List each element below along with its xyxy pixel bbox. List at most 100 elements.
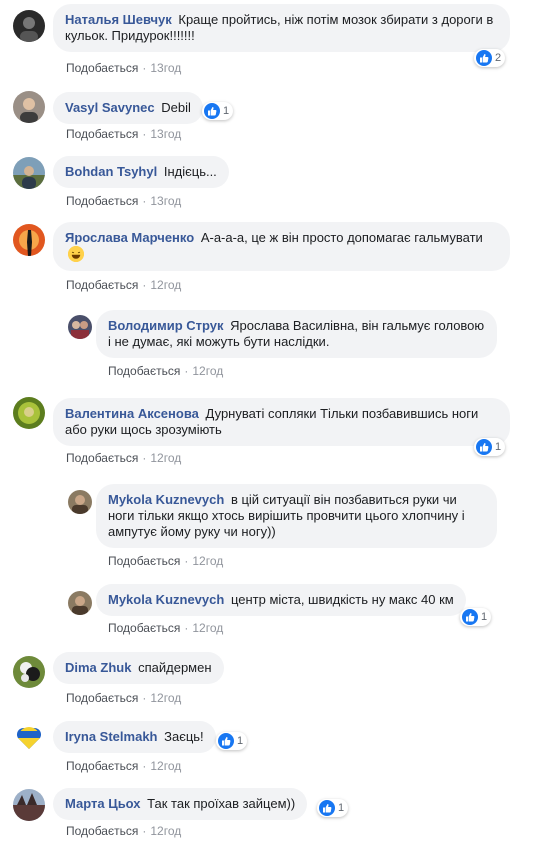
comment-text: спайдермен [138, 660, 212, 675]
separator-dot: · [142, 278, 147, 292]
comment-actions: Подобається · 12год [108, 621, 223, 635]
comment-time[interactable]: 12год [192, 621, 223, 635]
reaction-number: 1 [338, 802, 345, 814]
like-link[interactable]: Подобається [66, 824, 138, 838]
comment-bubble: Iryna Stelmakh Заєць! [53, 721, 216, 753]
comment-actions: Подобається · 12год [66, 691, 181, 705]
comment-bubble: Bohdan Tsyhyl Індієць... [53, 156, 229, 188]
like-link[interactable]: Подобається [66, 194, 138, 208]
like-link[interactable]: Подобається [66, 451, 138, 465]
like-link[interactable]: Подобається [66, 691, 138, 705]
separator-dot: · [184, 364, 189, 378]
like-link[interactable]: Подобається [66, 61, 138, 75]
comment-author[interactable]: Bohdan Tsyhyl [65, 164, 157, 179]
comment-bubble: Vasyl Savynec Debil [53, 92, 203, 124]
comment-author[interactable]: Марта Цьох [65, 796, 141, 811]
thumbs-up-icon [319, 800, 335, 816]
comment-bubble: Володимир Струк Ярослава Василівна, він … [96, 310, 497, 358]
comment-actions: Подобається · 13год [66, 194, 181, 208]
reaction-count[interactable]: 1 [202, 102, 234, 120]
comment-time[interactable]: 12год [150, 451, 181, 465]
comment-time[interactable]: 13год [150, 194, 181, 208]
comment-text: Так так проїхав зайцем)) [147, 796, 296, 811]
comment-time[interactable]: 12год [192, 554, 223, 568]
comment-text: А-а-а-а, це ж він просто допомагає гальм… [200, 230, 483, 245]
reaction-count[interactable]: 1 [216, 732, 248, 750]
avatar[interactable] [13, 10, 45, 42]
reaction-number: 1 [223, 105, 230, 117]
avatar[interactable] [68, 490, 92, 514]
separator-dot: · [142, 61, 147, 75]
comment-author[interactable]: Dima Zhuk [65, 660, 131, 675]
comment-author[interactable]: Володимир Струк [108, 318, 224, 333]
comment-author[interactable]: Mykola Kuznevych [108, 592, 224, 607]
like-link[interactable]: Подобається [66, 759, 138, 773]
comment-bubble: Валентина Аксенова Дурнуваті сопляки Тіл… [53, 398, 510, 446]
like-link[interactable]: Подобається [108, 621, 180, 635]
comment-actions: Подобається · 12год [108, 364, 223, 378]
comment-time[interactable]: 13год [150, 61, 181, 75]
avatar[interactable] [13, 656, 45, 688]
comment-text: центр міста, швидкість ну макс 40 км [230, 592, 454, 607]
comment-time[interactable]: 12год [150, 759, 181, 773]
comment-actions: Подобається · 13год [66, 61, 181, 75]
comment-text: Debil [161, 100, 191, 115]
comment-author[interactable]: Ярослава Марченко [65, 230, 194, 245]
separator-dot: · [142, 127, 147, 141]
comment-bubble: Mykola Kuznevych центр міста, швидкість … [96, 584, 466, 616]
like-link[interactable]: Подобається [108, 364, 180, 378]
comment-time[interactable]: 12год [192, 364, 223, 378]
thumbs-up-icon [476, 439, 492, 455]
comment-bubble: Марта Цьох Так так проїхав зайцем)) [53, 788, 308, 820]
thumbs-up-icon [462, 609, 478, 625]
comment-time[interactable]: 13год [150, 127, 181, 141]
reaction-count[interactable]: 2 [474, 49, 506, 67]
comment-actions: Подобається · 12год [66, 824, 181, 838]
avatar[interactable] [13, 157, 45, 189]
like-link[interactable]: Подобається [108, 554, 180, 568]
avatar[interactable] [68, 591, 92, 615]
thumbs-up-icon [476, 50, 492, 66]
comment-author[interactable]: Наталья Шевчук [65, 12, 172, 27]
comment-actions: Подобається · 13год [66, 127, 181, 141]
comment-author[interactable]: Iryna Stelmakh [65, 729, 158, 744]
avatar[interactable] [13, 91, 45, 123]
separator-dot: · [142, 824, 147, 838]
separator-dot: · [184, 621, 189, 635]
comment-author[interactable]: Vasyl Savynec [65, 100, 155, 115]
like-link[interactable]: Подобається [66, 278, 138, 292]
reaction-count[interactable]: 1 [317, 799, 349, 817]
comment-author[interactable]: Mykola Kuznevych [108, 492, 224, 507]
comment-actions: Подобається · 12год [66, 451, 181, 465]
avatar[interactable] [13, 397, 45, 429]
reaction-number: 1 [495, 441, 502, 453]
comment-bubble: Dima Zhuk спайдермен [53, 652, 224, 684]
comment-time[interactable]: 12год [150, 824, 181, 838]
separator-dot: · [184, 554, 189, 568]
reaction-number: 1 [237, 735, 244, 747]
comment-actions: Подобається · 12год [66, 278, 181, 292]
comment-text: Заєць! [164, 729, 204, 744]
comment-text: Індієць... [163, 164, 217, 179]
comment-bubble: Ярослава Марченко А-а-а-а, це ж він прос… [53, 222, 510, 271]
reaction-count[interactable]: 1 [460, 608, 492, 626]
avatar[interactable] [13, 721, 45, 753]
thumbs-up-icon [218, 733, 234, 749]
thumbs-up-icon [204, 103, 220, 119]
comment-actions: Подобається · 12год [108, 554, 223, 568]
reaction-number: 1 [481, 611, 488, 623]
comment-author[interactable]: Валентина Аксенова [65, 406, 199, 421]
separator-dot: · [142, 691, 147, 705]
avatar[interactable] [68, 315, 92, 339]
like-link[interactable]: Подобається [66, 127, 138, 141]
comment-actions: Подобається · 12год [66, 759, 181, 773]
separator-dot: · [142, 451, 147, 465]
comment-time[interactable]: 12год [150, 278, 181, 292]
separator-dot: · [142, 759, 147, 773]
reaction-count[interactable]: 1 [474, 438, 506, 456]
avatar[interactable] [13, 789, 45, 821]
avatar[interactable] [13, 224, 45, 256]
comment-time[interactable]: 12год [150, 691, 181, 705]
comments-list: Наталья Шевчук Краще пройтись, ніж потім… [0, 0, 545, 845]
reaction-number: 2 [495, 52, 502, 64]
